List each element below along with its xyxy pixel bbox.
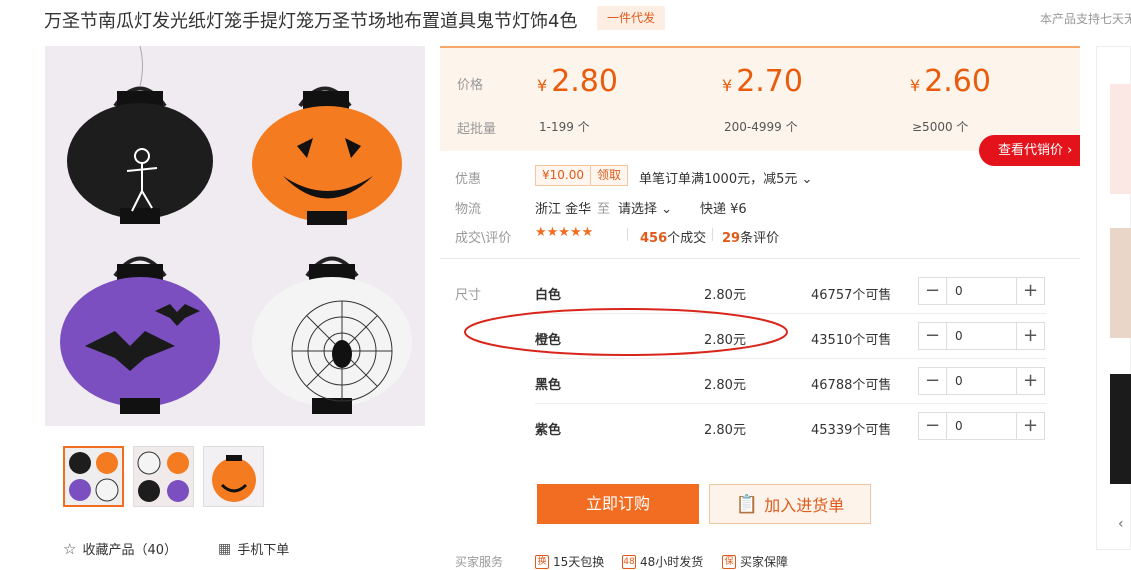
price-tier-1: ¥2.80 (537, 64, 618, 99)
recommend-item-image[interactable] (1110, 374, 1131, 484)
sku-stock: 46757个可售 (811, 288, 892, 303)
sku-label: 尺寸 (455, 288, 482, 303)
price-label: 价格 (457, 78, 484, 93)
support-notice: 本产品支持七天无 (1040, 12, 1131, 26)
annotation-ellipse (464, 308, 788, 356)
plus-button[interactable]: + (1016, 413, 1044, 439)
moq-label: 起批量 (457, 122, 497, 137)
favorite-link[interactable]: ☆ 收藏产品（40） (63, 539, 177, 559)
clipboard-icon: 📋 (735, 493, 759, 515)
plus-button[interactable]: + (1016, 278, 1044, 304)
qty-tier-1: 1-199 个 (539, 120, 590, 134)
plus-button[interactable]: + (1016, 368, 1044, 394)
promo-label: 优惠 (455, 172, 482, 187)
minus-button[interactable]: − (919, 413, 947, 439)
sku-name: 白色 (535, 288, 562, 303)
sku-name: 黑色 (535, 378, 562, 393)
thumbnail-3[interactable] (203, 446, 264, 507)
coupon-claim: 领取 (590, 166, 627, 185)
sku-price: 2.80元 (704, 288, 746, 303)
deals-link[interactable]: 456个成交 (640, 227, 706, 246)
section-divider (440, 258, 1080, 259)
add-to-cart-label: 加入进货单 (764, 496, 845, 515)
mobile-order-label: 手机下单 (237, 543, 290, 558)
sku-price: 2.80元 (704, 423, 746, 438)
qty-tier-2: 200-4999 个 (724, 120, 798, 134)
sku-name: 紫色 (535, 423, 562, 438)
dropship-badge: 一件代发 (597, 6, 665, 30)
chevron-left-icon[interactable]: ‹ (1118, 516, 1124, 532)
buy-now-button[interactable]: 立即订购 (537, 484, 699, 524)
quantity-stepper[interactable]: − + (918, 412, 1045, 440)
rating-stars: ★★★★★ (535, 225, 594, 240)
recommend-item-image[interactable] (1110, 228, 1131, 338)
clock-icon: 48 (622, 554, 636, 569)
shield-icon: 保 (722, 554, 736, 569)
exchange-icon: 换 (535, 554, 549, 569)
services-label: 买家服务 (455, 555, 504, 569)
logistics-to: 至 (597, 202, 611, 217)
quantity-stepper[interactable]: − + (918, 367, 1045, 395)
plus-button[interactable]: + (1016, 323, 1044, 349)
quantity-input[interactable] (947, 278, 1016, 304)
divider (712, 228, 713, 241)
coupon-amount: ¥10.00 (542, 168, 584, 182)
agent-price-button[interactable]: 查看代销价 › (979, 135, 1080, 166)
shipping-fee: 快递 ¥6 (700, 202, 747, 217)
service-guarantee: 保买家保障 (722, 553, 788, 570)
row-divider (535, 403, 1047, 404)
price-tier-3: ¥2.60 (910, 64, 991, 99)
sku-price: 2.80元 (704, 378, 746, 393)
minus-button[interactable]: − (919, 368, 947, 394)
service-exchange: 换 15天包换 (535, 553, 604, 570)
reviews-link[interactable]: 29条评价 (722, 227, 779, 246)
thumbnail-1[interactable] (63, 446, 124, 507)
reviews-label: 成交\评价 (455, 231, 512, 246)
coupon-button[interactable]: ¥10.00 领取 (535, 165, 629, 186)
logistics-origin: 浙江 金华 (535, 202, 592, 217)
star-outline-icon: ☆ (63, 539, 77, 558)
minus-button[interactable]: − (919, 278, 947, 304)
divider (627, 228, 628, 241)
logistics-label: 物流 (455, 202, 482, 217)
add-to-cart-button[interactable]: 📋 加入进货单 (709, 484, 871, 524)
recommend-item-image[interactable] (1110, 84, 1131, 194)
sku-stock: 43510个可售 (811, 333, 892, 348)
thumbnail-2[interactable] (133, 446, 194, 507)
quantity-stepper[interactable]: − + (918, 277, 1045, 305)
price-tier-2: ¥2.70 (722, 64, 803, 99)
main-product-image[interactable] (45, 46, 425, 426)
sku-stock: 46788个可售 (811, 378, 892, 393)
qrcode-icon: ▦ (218, 540, 232, 557)
sku-stock: 45339个可售 (811, 423, 892, 438)
minus-button[interactable]: − (919, 323, 947, 349)
mobile-order-link[interactable]: ▦ 手机下单 (218, 539, 290, 559)
service-shipping: 48 48小时发货 (622, 554, 704, 569)
quantity-input[interactable] (947, 323, 1016, 349)
favorite-label: 收藏产品（40） (82, 543, 177, 558)
destination-select[interactable]: 请选择 ⌄ (618, 198, 672, 217)
quantity-stepper[interactable]: − + (918, 322, 1045, 350)
product-title: 万圣节南瓜灯发光纸灯笼手提灯笼万圣节场地布置道具鬼节灯饰4色 (44, 11, 578, 32)
qty-tier-3: ≥5000 个 (912, 120, 969, 134)
promo-text[interactable]: 单笔订单满1000元，减5元 ⌄ (639, 168, 812, 187)
quantity-input[interactable] (947, 368, 1016, 394)
quantity-input[interactable] (947, 413, 1016, 439)
row-divider (535, 358, 1047, 359)
